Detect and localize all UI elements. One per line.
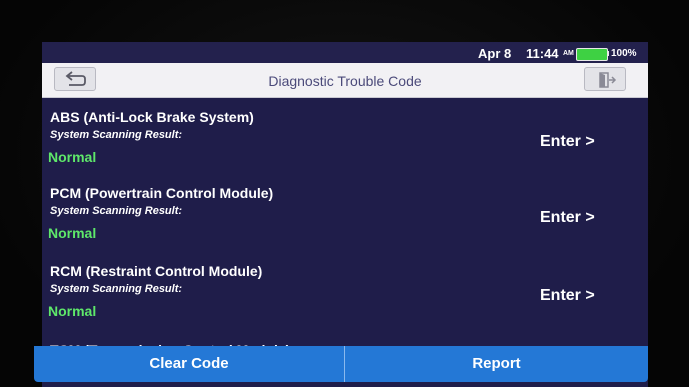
scan-result-label: System Scanning Result: (50, 205, 183, 217)
enter-button[interactable]: Enter > (540, 133, 595, 151)
title-bar: Diagnostic Trouble Code (42, 63, 648, 98)
status-time: 11:44 (526, 46, 559, 61)
status-ampm: AM (563, 50, 574, 57)
battery-tip (607, 51, 609, 56)
scan-result-label: System Scanning Result: (50, 129, 183, 141)
enter-button[interactable]: Enter > (540, 287, 595, 305)
module-name: ABS (Anti-Lock Brake System) (50, 109, 254, 125)
module-row[interactable]: RCM (Restraint Control Module) System Sc… (42, 263, 648, 341)
scanner-screen: Apr 8 11:44 AM 100% Diagnostic Trouble C… (42, 42, 648, 387)
action-bar: Clear Code Report (34, 346, 648, 382)
clear-code-button[interactable]: Clear Code (34, 346, 344, 382)
exit-button[interactable] (584, 67, 626, 91)
status-date: Apr 8 (478, 46, 512, 61)
scan-status: Normal (48, 225, 97, 241)
exit-icon (599, 72, 617, 88)
module-name: PCM (Powertrain Control Module) (50, 185, 274, 201)
scan-result-label: System Scanning Result: (50, 283, 183, 295)
status-bar: Apr 8 11:44 AM 100% (42, 42, 648, 63)
module-name: RCM (Restraint Control Module) (50, 263, 263, 279)
scan-status: Normal (48, 149, 97, 165)
scan-status: Normal (48, 303, 97, 319)
battery-full-icon (576, 48, 608, 61)
page-title: Diagnostic Trouble Code (268, 73, 422, 89)
module-row[interactable]: PCM (Powertrain Control Module) System S… (42, 185, 648, 263)
report-button[interactable]: Report (345, 346, 648, 382)
enter-button[interactable]: Enter > (540, 209, 595, 227)
battery-level: 100% (611, 48, 637, 59)
module-row[interactable]: ABS (Anti-Lock Brake System) System Scan… (42, 109, 648, 187)
